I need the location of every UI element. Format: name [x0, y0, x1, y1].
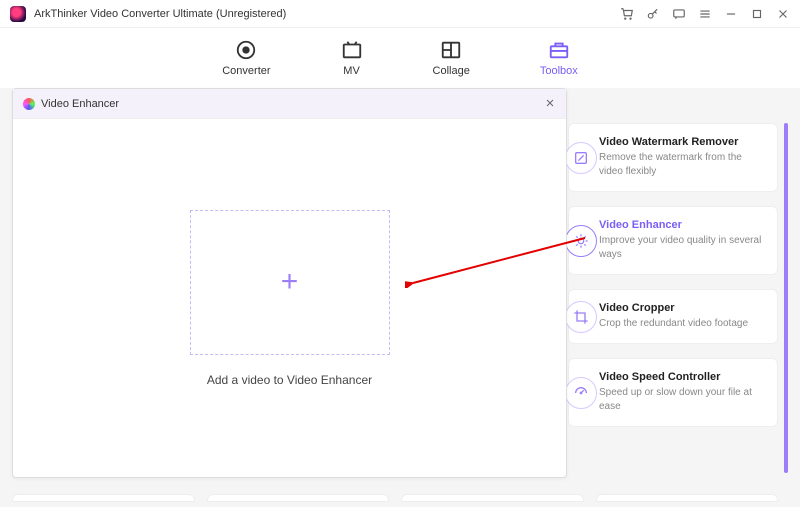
- minimize-icon[interactable]: [724, 7, 738, 21]
- maximize-icon[interactable]: [750, 7, 764, 21]
- watermark-remover-icon: [565, 142, 597, 174]
- add-video-dropzone[interactable]: +: [190, 210, 390, 355]
- close-icon[interactable]: [776, 7, 790, 21]
- video-cropper-icon: [565, 301, 597, 333]
- collage-icon: [440, 39, 462, 61]
- tool-card-video-speed[interactable]: Video Speed Controller Speed up or slow …: [568, 358, 778, 427]
- video-enhancer-icon: [565, 225, 597, 257]
- tool-title: Video Enhancer: [599, 219, 767, 231]
- plus-icon: +: [281, 265, 299, 299]
- app-logo-icon: [10, 6, 26, 22]
- tool-title: Video Cropper: [599, 302, 767, 314]
- tool-title: Video Speed Controller: [599, 371, 767, 383]
- app-title: ArkThinker Video Converter Ultimate (Unr…: [34, 8, 620, 20]
- tool-desc: Crop the redundant video footage: [599, 317, 767, 331]
- nav-mv[interactable]: MV: [341, 39, 363, 77]
- tool-title: Video Watermark Remover: [599, 136, 767, 148]
- video-speed-icon: [565, 377, 597, 409]
- nav-converter[interactable]: Converter: [222, 39, 270, 77]
- palette-icon: [23, 98, 35, 110]
- titlebar: ArkThinker Video Converter Ultimate (Unr…: [0, 0, 800, 28]
- dropzone-label: Add a video to Video Enhancer: [207, 373, 372, 387]
- tool-card-watermark-remover[interactable]: Video Watermark Remover Remove the water…: [568, 123, 778, 192]
- video-enhancer-modal: Video Enhancer + Add a video to Video En…: [12, 88, 567, 478]
- cart-icon[interactable]: [620, 7, 634, 21]
- nav-collage[interactable]: Collage: [433, 39, 470, 77]
- tool-card-video-enhancer[interactable]: Video Enhancer Improve your video qualit…: [568, 206, 778, 275]
- tool-desc: Remove the watermark from the video flex…: [599, 151, 767, 179]
- modal-title: Video Enhancer: [23, 98, 544, 110]
- key-icon[interactable]: [646, 7, 660, 21]
- tool-list: Video Watermark Remover Remove the water…: [568, 123, 778, 427]
- modal-close-icon[interactable]: [544, 96, 556, 112]
- converter-icon: [235, 39, 257, 61]
- toolbox-icon: [548, 39, 570, 61]
- nav-toolbox[interactable]: Toolbox: [540, 39, 578, 77]
- scrollbar[interactable]: [784, 123, 788, 473]
- bottom-cards-peek: [12, 494, 778, 502]
- tool-desc: Improve your video quality in several wa…: [599, 234, 767, 262]
- main-nav: Converter MV Collage Toolbox: [0, 28, 800, 88]
- feedback-icon[interactable]: [672, 7, 686, 21]
- menu-icon[interactable]: [698, 7, 712, 21]
- mv-icon: [341, 39, 363, 61]
- tool-desc: Speed up or slow down your file at ease: [599, 386, 767, 414]
- tool-card-video-cropper[interactable]: Video Cropper Crop the redundant video f…: [568, 289, 778, 344]
